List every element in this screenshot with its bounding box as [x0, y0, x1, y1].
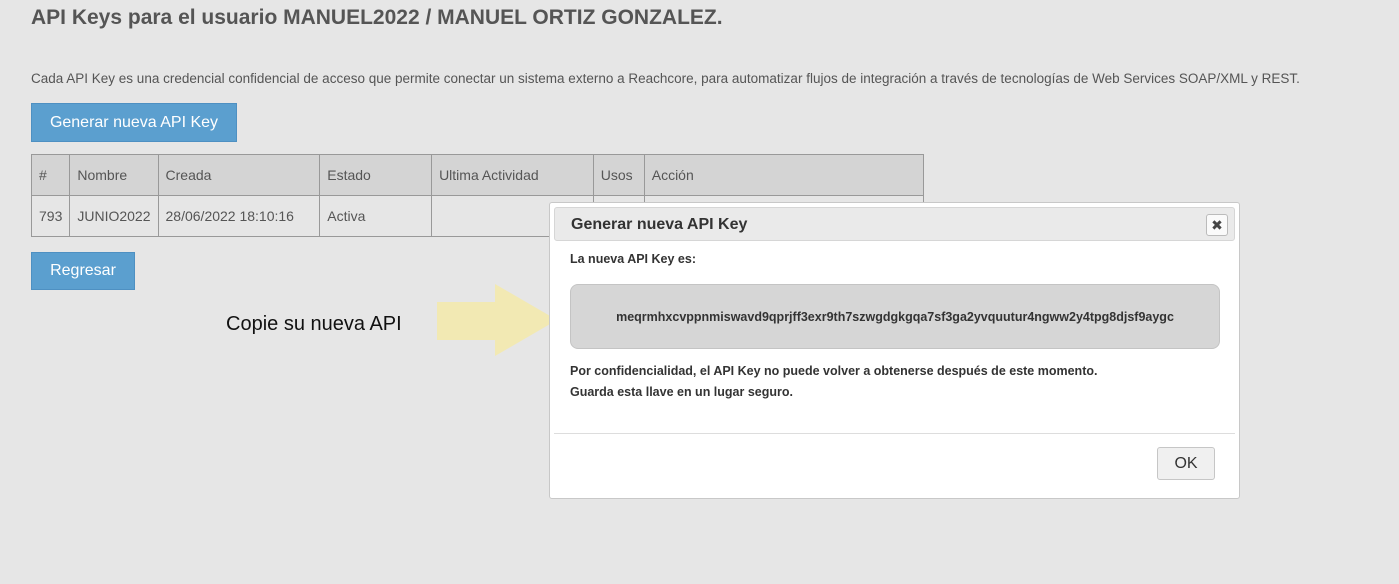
cell-name: JUNIO2022: [69, 195, 159, 237]
dialog-divider: [554, 433, 1235, 434]
api-key-value: meqrmhxcvppnmiswavd9qprjff3exr9th7szwgdg…: [570, 284, 1220, 349]
cell-number: 793: [30, 195, 71, 237]
safekeeping-note: Guarda esta llave en un lugar seguro.: [570, 385, 793, 399]
table-header-row: # Nombre Creada Estado Ultima Actividad …: [30, 154, 925, 196]
intro-text: Cada API Key es una credencial confidenc…: [31, 71, 1300, 86]
page-title: API Keys para el usuario MANUEL2022 / MA…: [31, 6, 723, 29]
column-header-created: Creada: [157, 154, 321, 196]
cell-created: 28/06/2022 18:10:16: [157, 195, 321, 237]
api-key-label: La nueva API Key es:: [570, 252, 696, 266]
column-header-name: Nombre: [69, 154, 159, 196]
arrow-right-icon: [437, 284, 557, 356]
column-header-status: Estado: [319, 154, 433, 196]
dialog-header: Generar nueva API Key ✖: [554, 207, 1235, 241]
column-header-number: #: [30, 154, 71, 196]
cell-status: Activa: [319, 195, 433, 237]
back-button[interactable]: Regresar: [31, 252, 135, 290]
column-header-last-activity: Ultima Actividad: [431, 154, 594, 196]
generate-api-key-button[interactable]: Generar nueva API Key: [31, 103, 237, 142]
ok-button[interactable]: OK: [1157, 447, 1215, 480]
generate-api-key-dialog: Generar nueva API Key ✖ La nueva API Key…: [549, 202, 1240, 499]
dialog-title: Generar nueva API Key: [571, 216, 748, 233]
column-header-uses: Usos: [592, 154, 645, 196]
confidentiality-note: Por confidencialidad, el API Key no pued…: [570, 364, 1098, 378]
close-icon[interactable]: ✖: [1206, 214, 1228, 236]
annotation-text: Copie su nueva API: [226, 313, 402, 335]
column-header-action: Acción: [643, 154, 925, 196]
